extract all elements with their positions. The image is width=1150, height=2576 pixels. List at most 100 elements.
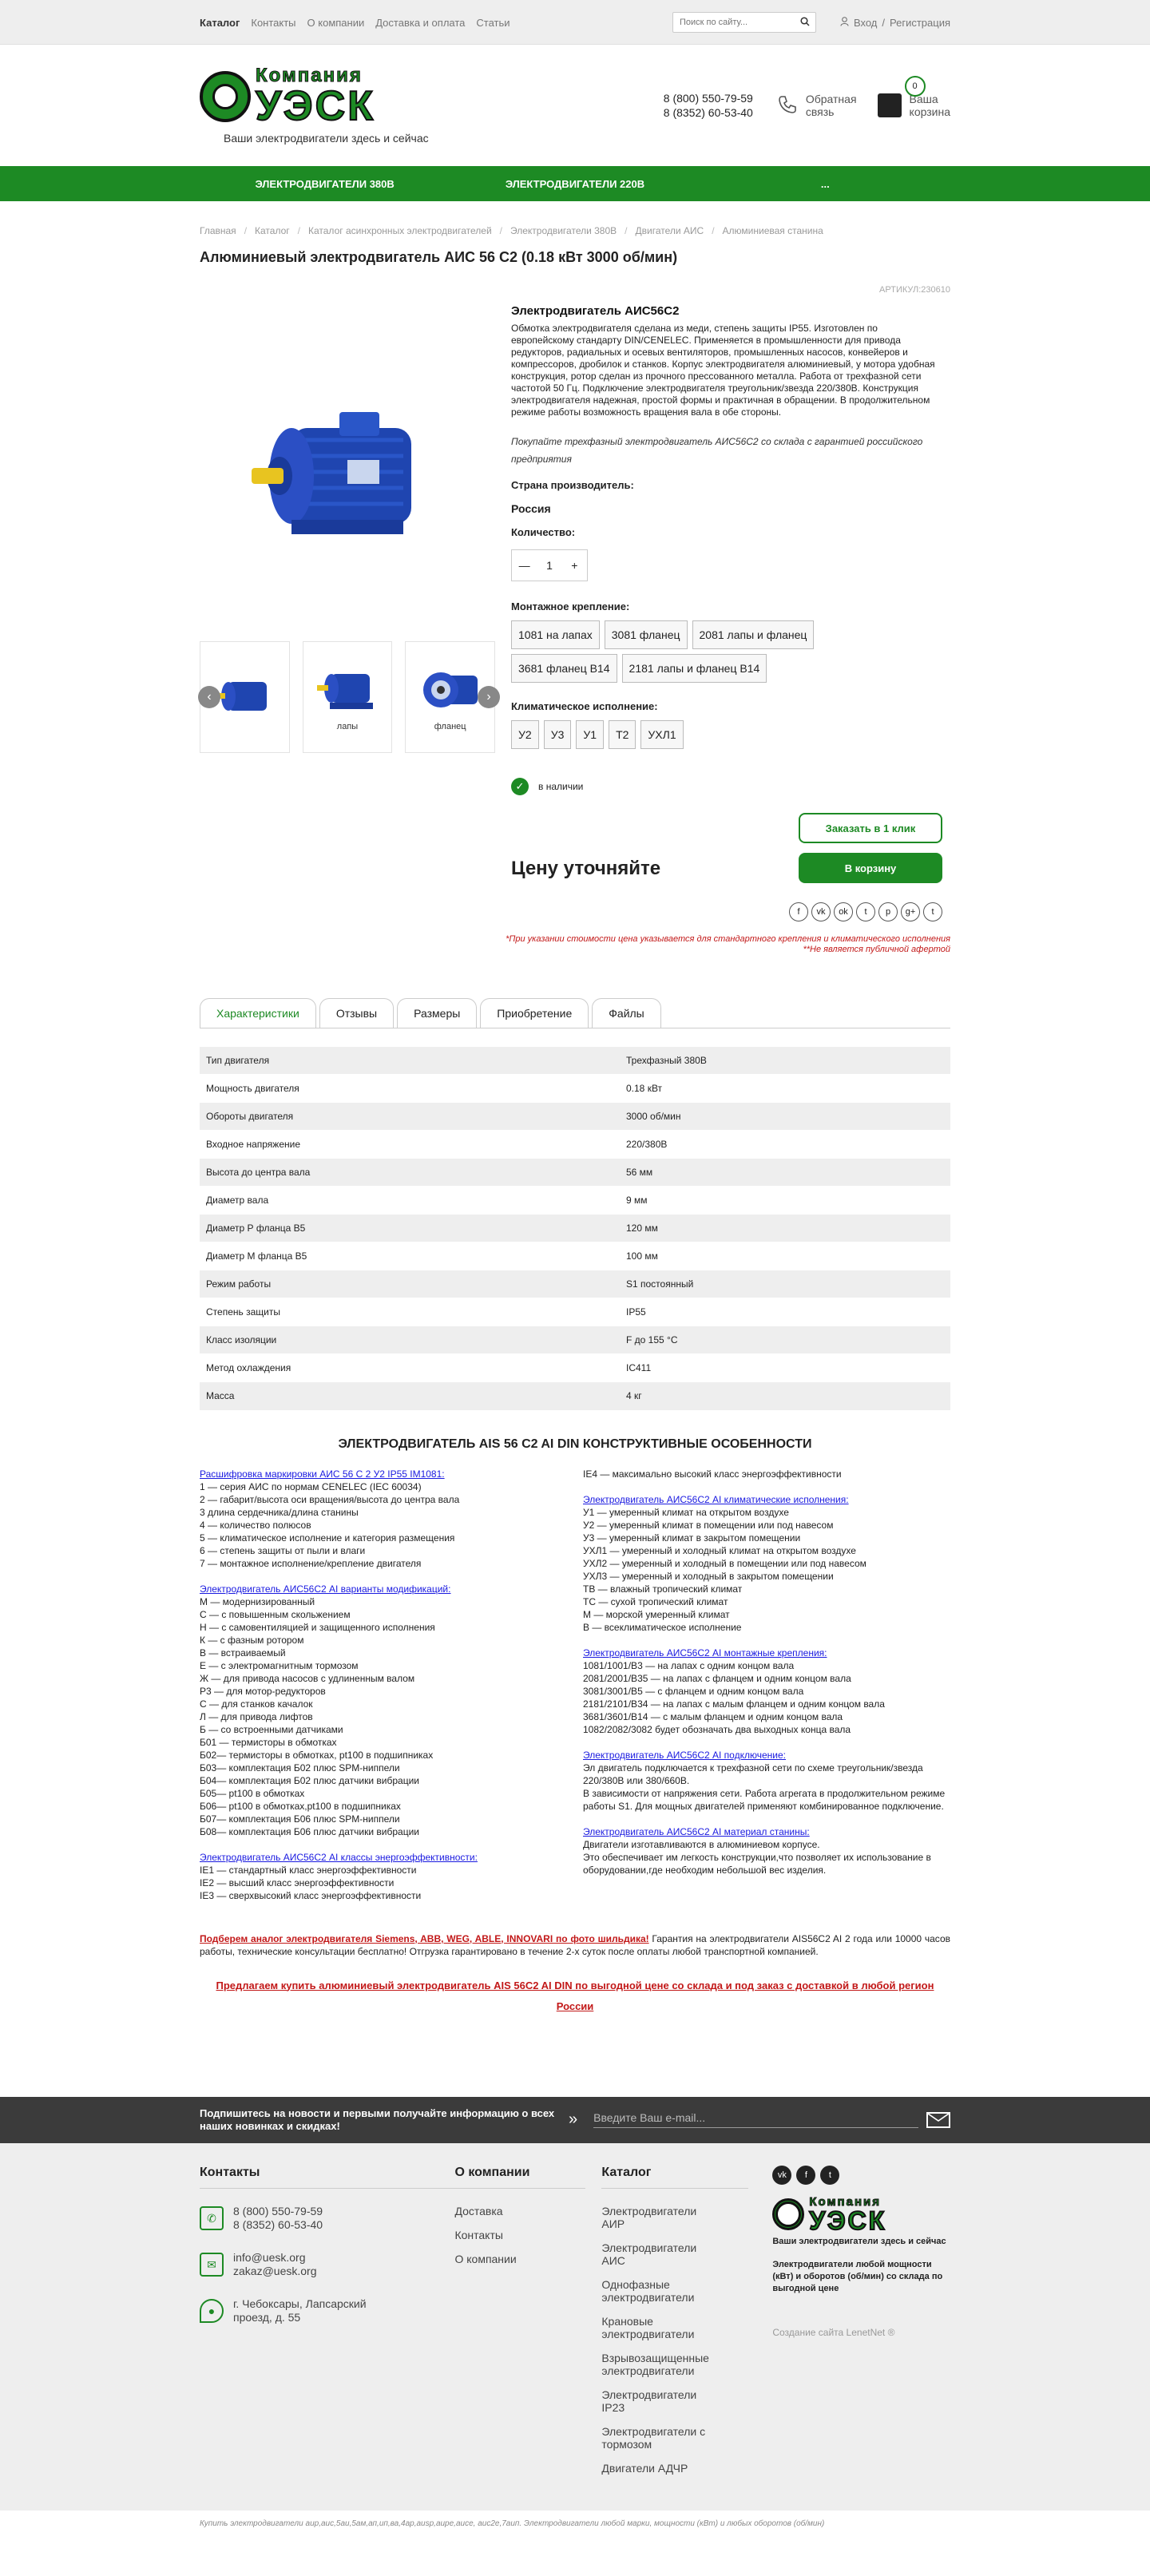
feature-line: 1082/2082/3082 будет обозначать два выхо… xyxy=(583,1723,851,1735)
climate-option[interactable]: У3 xyxy=(543,720,572,749)
feature-block-title[interactable]: Электродвигатель АИС56С2 AI подключение: xyxy=(583,1749,950,1762)
facebook-icon[interactable]: f xyxy=(796,2165,816,2185)
footer-phone-1[interactable]: 8 (800) 550-79-59 xyxy=(233,2205,323,2218)
twitter-icon[interactable]: t xyxy=(856,902,875,921)
login-link[interactable]: Вход xyxy=(854,17,877,29)
footer-email-1[interactable]: info@uesk.org xyxy=(233,2251,316,2265)
mount-option[interactable]: 3081 фланец xyxy=(604,620,688,649)
footer-logo[interactable]: Компания УЭСК xyxy=(772,2195,950,2234)
footer-link-delivery[interactable]: Доставка xyxy=(454,2205,601,2217)
footer-catalog-link[interactable]: Электродвигатели IP23 xyxy=(601,2388,705,2414)
feature-block-title[interactable]: Электродвигатель АИС56С2 AI классы энерг… xyxy=(200,1851,567,1864)
footer-catalog-link[interactable]: Двигатели АДЧР xyxy=(601,2462,705,2475)
features-heading: ЭЛЕКТРОДВИГАТЕЛЬ AIS 56 C2 AI DIN КОНСТР… xyxy=(338,1437,812,1451)
climate-option[interactable]: УХЛ1 xyxy=(640,720,684,749)
spec-name: Диаметр Р фланца В5 xyxy=(200,1214,620,1242)
pinterest-icon[interactable]: p xyxy=(878,902,898,921)
feature-line: IE2 — высший класс энергоэффективности xyxy=(200,1877,395,1888)
envelope-icon: ✉ xyxy=(200,2252,224,2277)
chevron-right-icon[interactable]: › xyxy=(478,686,500,708)
odnoklassniki-icon[interactable]: ok xyxy=(834,902,853,921)
minus-icon[interactable]: — xyxy=(512,550,537,581)
twitter-icon[interactable]: t xyxy=(820,2165,840,2185)
topnav-about[interactable]: О компании xyxy=(307,17,365,29)
email-field[interactable]: Введите Ваш e-mail... xyxy=(593,2111,918,2128)
one-click-order-button[interactable]: Заказать в 1 клик xyxy=(799,813,942,843)
creator-link[interactable]: Создание сайта LenetNet ® xyxy=(772,2327,950,2338)
breadcrumb-item[interactable]: Главная xyxy=(200,225,236,236)
spec-value: 0.18 кВт xyxy=(620,1074,950,1103)
breadcrumb-item[interactable]: Двигатели АИС xyxy=(636,225,704,236)
search-icon[interactable] xyxy=(795,16,815,29)
top-bar: Каталог Контакты О компании Доставка и о… xyxy=(0,0,1150,45)
google-plus-icon[interactable]: g+ xyxy=(901,902,920,921)
vk-icon[interactable]: vk xyxy=(772,2165,792,2185)
tab-reviews[interactable]: Отзывы xyxy=(319,998,395,1028)
breadcrumb-item[interactable]: Каталог асинхронных электродвигателей xyxy=(308,225,492,236)
phone-1[interactable]: 8 (800) 550-79-59 xyxy=(664,91,753,105)
tab-dimensions[interactable]: Размеры xyxy=(397,998,478,1028)
footer-phone-2[interactable]: 8 (8352) 60-53-40 xyxy=(233,2218,323,2232)
climate-option[interactable]: У2 xyxy=(511,720,539,749)
table-row: Диаметр Р фланца В5 120 мм xyxy=(200,1214,950,1242)
envelope-icon[interactable] xyxy=(926,2111,950,2128)
footer-email-2[interactable]: zakaz@uesk.org xyxy=(233,2265,316,2278)
mount-option[interactable]: 3681 фланец В14 xyxy=(511,654,617,683)
breadcrumb-current: Алюминиевая станина xyxy=(722,225,823,236)
add-to-cart-button[interactable]: В корзину xyxy=(799,853,942,883)
nav-more[interactable]: ... xyxy=(700,178,950,190)
feature-block-title[interactable]: Расшифровка маркировки АИС 56 С 2 У2 IP5… xyxy=(200,1468,567,1480)
tab-files[interactable]: Файлы xyxy=(592,998,661,1028)
feature-block-title[interactable]: Электродвигатель АИС56С2 AI варианты мод… xyxy=(200,1583,567,1595)
phone-2[interactable]: 8 (8352) 60-53-40 xyxy=(664,105,753,120)
footer-catalog-link[interactable]: Однофазные электродвигатели xyxy=(601,2278,705,2304)
tab-purchase[interactable]: Приобретение xyxy=(480,998,589,1028)
feature-block-title[interactable]: Электродвигатель АИС56С2 AI монтажные кр… xyxy=(583,1647,950,1659)
footer-seo-text: Купить электродвигатели аир,аис,5аи,5ам,… xyxy=(200,2519,825,2528)
logo[interactable]: Компания УЭСК Ваши электродвигатели здес… xyxy=(200,65,463,145)
promo-analog-link[interactable]: Подберем аналог электродвигателя Siemens… xyxy=(200,1933,649,1944)
chevron-left-icon[interactable]: ‹ xyxy=(198,686,220,708)
footer-catalog-link[interactable]: Электродвигатели АИС xyxy=(601,2241,705,2267)
spec-value: F до 155 °С xyxy=(620,1326,950,1354)
product-note: Покупайте трехфазный электродвигатель АИ… xyxy=(511,436,923,465)
feature-line: 5 — климатическое исполнение и категория… xyxy=(200,1532,455,1544)
mount-option[interactable]: 2181 лапы и фланец В14 xyxy=(621,654,767,683)
breadcrumb-item[interactable]: Каталог xyxy=(255,225,290,236)
topnav-delivery[interactable]: Доставка и оплата xyxy=(375,17,465,29)
climate-option[interactable]: У1 xyxy=(576,720,605,749)
footer-catalog-link[interactable]: Крановые электродвигатели xyxy=(601,2315,705,2340)
topnav-articles[interactable]: Статьи xyxy=(476,17,510,29)
thumbnail[interactable]: лапы xyxy=(302,641,393,753)
footer-link-about[interactable]: О компании xyxy=(454,2253,601,2265)
mount-option[interactable]: 1081 на лапах xyxy=(511,620,600,649)
tab-specs[interactable]: Характеристики xyxy=(200,998,316,1028)
register-link[interactable]: Регистрация xyxy=(890,17,950,29)
cart-button[interactable]: 0 Ваша корзина xyxy=(877,76,950,118)
facebook-icon[interactable]: f xyxy=(789,902,808,921)
footer-catalog-link[interactable]: Электродвигатели с тормозом xyxy=(601,2425,705,2451)
breadcrumb-item[interactable]: Электродвигатели 380В xyxy=(510,225,617,236)
footer-catalog-link[interactable]: Взрывозащищенные электродвигатели xyxy=(601,2352,709,2377)
product-gallery: лапы фланец ‹ › xyxy=(198,304,500,921)
mount-option[interactable]: 2081 лапы и фланец xyxy=(692,620,815,649)
vk-icon[interactable]: vk xyxy=(811,902,831,921)
footer-catalog-link[interactable]: Электродвигатели АИР xyxy=(601,2205,705,2230)
feature-block-title[interactable]: Электродвигатель АИС56С2 AI климатически… xyxy=(583,1493,950,1506)
promo-offer-link[interactable]: Предлагаем купить алюминиевый электродви… xyxy=(200,1976,950,2017)
search-input[interactable] xyxy=(672,18,795,27)
nav-motors-220[interactable]: ЭЛЕКТРОДВИГАТЕЛИ 220В xyxy=(450,178,700,190)
topnav-contacts[interactable]: Контакты xyxy=(251,17,295,29)
product-main-image[interactable] xyxy=(200,304,495,640)
climate-option[interactable]: Т2 xyxy=(609,720,636,749)
nav-motors-380[interactable]: ЭЛЕКТРОДВИГАТЕЛИ 380В xyxy=(200,178,450,190)
spec-value: IC411 xyxy=(620,1353,950,1382)
gear-logo-icon xyxy=(200,71,251,122)
footer-link-contacts[interactable]: Контакты xyxy=(454,2229,601,2241)
quantity-field[interactable]: 1 xyxy=(537,550,561,581)
callback-button[interactable]: Обратная связь xyxy=(777,93,857,118)
feature-block-title[interactable]: Электродвигатель АИС56С2 AI материал ста… xyxy=(583,1825,950,1838)
topnav-catalog[interactable]: Каталог xyxy=(200,17,240,29)
plus-icon[interactable]: + xyxy=(562,550,587,581)
tumblr-icon[interactable]: t xyxy=(923,902,942,921)
